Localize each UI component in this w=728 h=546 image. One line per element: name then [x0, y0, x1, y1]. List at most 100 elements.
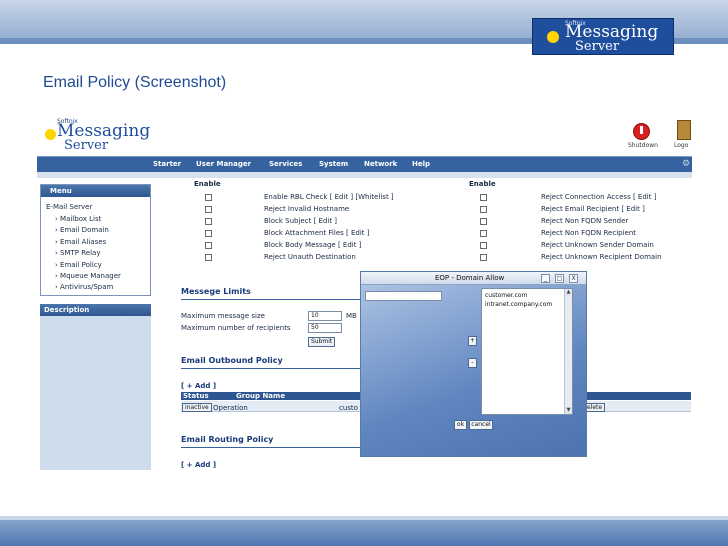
policy-checkbox-block-subject[interactable]	[205, 218, 212, 225]
row-partial-text: custo	[339, 404, 358, 412]
policy-label-unauth-destination: Reject Unauth Destination	[264, 253, 356, 261]
nav-services[interactable]: Services	[269, 160, 302, 168]
nav-user-manager[interactable]: User Manager	[196, 160, 251, 168]
policy-checkbox-connection-access[interactable]	[480, 194, 487, 201]
outbound-add-link[interactable]: [ + Add ]	[181, 382, 216, 390]
domain-allow-dialog: EOP - Domain Allow _ □ X customer.com in…	[360, 271, 587, 457]
enable-header-left: Enable	[194, 180, 221, 188]
row-group-name: Operation	[213, 404, 248, 412]
outbound-policy-title: Email Outbound Policy	[181, 356, 283, 365]
list-scrollbar[interactable]: ▲ ▼	[564, 289, 572, 414]
policy-checkbox-rbl[interactable]	[205, 194, 212, 201]
remove-domain-button[interactable]: -	[468, 358, 477, 368]
cancel-button[interactable]: cancel	[469, 420, 493, 430]
policy-label-non-fqdn-recipient: Reject Non FQDN Recipient	[541, 229, 637, 237]
description-panel	[40, 316, 151, 470]
policy-label-connection-access: Reject Connection Access [ Edit ]	[541, 193, 657, 201]
max-size-input[interactable]: 10	[308, 311, 342, 321]
policy-label-invalid-hostname: Reject Invalid Hostname	[264, 205, 350, 213]
scroll-up-icon[interactable]: ▲	[565, 289, 572, 296]
nav-network[interactable]: Network	[364, 160, 397, 168]
domain-list[interactable]: customer.com intranet.company.com ▲ ▼	[481, 288, 573, 415]
slide-bottom-band	[0, 516, 728, 546]
message-limits-rule	[181, 299, 361, 300]
app-logo-line2: Server	[64, 138, 109, 153]
policy-label-block-attachment: Block Attachment Files [ Edit ]	[264, 229, 370, 237]
shutdown-label[interactable]: Shutdown	[628, 142, 658, 149]
menu-item-email-policy[interactable]: › Email Policy	[55, 261, 102, 269]
policy-label-rbl: Enable RBL Check [ Edit ] [Whitelist ]	[264, 193, 394, 201]
menu-item-email-aliases[interactable]: › Email Aliases	[55, 238, 106, 246]
policy-checkbox-non-fqdn-sender[interactable]	[480, 218, 487, 225]
outbound-policy-rule	[181, 368, 361, 369]
connection-access-edit[interactable]: [ Edit ]	[633, 193, 656, 201]
nav-starter[interactable]: Starter	[153, 160, 181, 168]
message-limits-title: Messege Limits	[181, 287, 251, 296]
policy-label-unknown-recipient-domain: Reject Unknown Recipient Domain	[541, 253, 662, 261]
email-recipient-edit[interactable]: [ Edit ]	[621, 205, 644, 213]
routing-add-link[interactable]: [ + Add ]	[181, 461, 216, 469]
enable-header-right: Enable	[469, 180, 496, 188]
power-icon[interactable]	[633, 123, 650, 140]
slide-logo: Softnix Messaging Server	[532, 18, 674, 55]
routing-policy-rule	[181, 447, 361, 448]
logout-door-icon[interactable]	[677, 120, 691, 140]
ok-button[interactable]: ok	[454, 420, 467, 430]
close-icon[interactable]: X	[569, 274, 578, 283]
list-item[interactable]: intranet.company.com	[485, 301, 552, 308]
logo-dot-icon	[547, 31, 559, 43]
scroll-down-icon[interactable]: ▼	[565, 407, 572, 414]
description-title: Description	[40, 304, 151, 316]
add-domain-button[interactable]: +	[468, 336, 477, 346]
max-size-label: Maximum message size	[181, 312, 265, 320]
menu-item-mailbox-list[interactable]: › Mailbox List	[55, 215, 101, 223]
maximize-icon[interactable]: □	[555, 274, 564, 283]
menu-item-smtp-relay[interactable]: › SMTP Relay	[55, 249, 100, 257]
list-item[interactable]: customer.com	[485, 292, 527, 299]
rbl-edit-links[interactable]: [ Edit ] [Whitelist ]	[330, 193, 394, 201]
menu-item-antivirus-spam[interactable]: › Antivirus/Spam	[55, 283, 113, 291]
app-logo-dot-icon	[45, 129, 56, 140]
policy-checkbox-block-body[interactable]	[205, 242, 212, 249]
col-status: Status	[183, 392, 209, 400]
max-recipients-label: Maximum number of recipients	[181, 324, 291, 332]
policy-label-email-recipient: Reject Email Recipient [ Edit ]	[541, 205, 645, 213]
slide-logo-line2: Server	[575, 39, 620, 54]
policy-checkbox-unauth-destination[interactable]	[205, 254, 212, 261]
nav-subbar	[37, 172, 692, 178]
col-group-name: Group Name	[236, 392, 286, 400]
domain-input[interactable]	[365, 291, 442, 301]
block-subject-edit[interactable]: [ Edit ]	[314, 217, 337, 225]
policy-checkbox-invalid-hostname[interactable]	[205, 206, 212, 213]
menu-title: Menu	[41, 185, 150, 197]
block-body-edit[interactable]: [ Edit ]	[338, 241, 361, 249]
slide-title: Email Policy (Screenshot)	[43, 74, 227, 91]
logout-label[interactable]: Logo	[674, 142, 688, 149]
main-nav: Starter User Manager Services System Net…	[37, 156, 692, 172]
policy-checkbox-block-attachment[interactable]	[205, 230, 212, 237]
policy-label-block-subject: Block Subject [ Edit ]	[264, 217, 338, 225]
max-size-unit: MB	[346, 312, 357, 320]
policy-label-block-body: Block Body Message [ Edit ]	[264, 241, 362, 249]
submit-button[interactable]: Submit	[308, 337, 336, 347]
settings-gear-icon[interactable]: ⚙	[682, 159, 690, 169]
policy-checkbox-unknown-sender-domain[interactable]	[480, 242, 487, 249]
row-delete-button[interactable]: elete	[584, 403, 606, 412]
minimize-icon[interactable]: _	[541, 274, 550, 283]
routing-policy-title: Email Routing Policy	[181, 435, 274, 444]
max-recipients-input[interactable]: 50	[308, 323, 342, 333]
nav-system[interactable]: System	[319, 160, 348, 168]
menu-item-mqueue-manager[interactable]: › Mqueue Manager	[55, 272, 121, 280]
policy-checkbox-unknown-recipient-domain[interactable]	[480, 254, 487, 261]
policy-checkbox-email-recipient[interactable]	[480, 206, 487, 213]
menu-item-email-server[interactable]: E-Mail Server	[46, 203, 93, 211]
policy-checkbox-non-fqdn-recipient[interactable]	[480, 230, 487, 237]
block-attachment-edit[interactable]: [ Edit ]	[346, 229, 369, 237]
status-inactive-button[interactable]: inactive	[182, 403, 212, 412]
dialog-title: EOP - Domain Allow	[435, 274, 505, 282]
left-menu: Menu E-Mail Server › Mailbox List › Emai…	[40, 184, 151, 296]
nav-help[interactable]: Help	[412, 160, 430, 168]
dialog-titlebar: EOP - Domain Allow _ □ X	[361, 272, 586, 285]
menu-item-email-domain[interactable]: › Email Domain	[55, 226, 109, 234]
policy-label-non-fqdn-sender: Reject Non FQDN Sender	[541, 217, 629, 225]
